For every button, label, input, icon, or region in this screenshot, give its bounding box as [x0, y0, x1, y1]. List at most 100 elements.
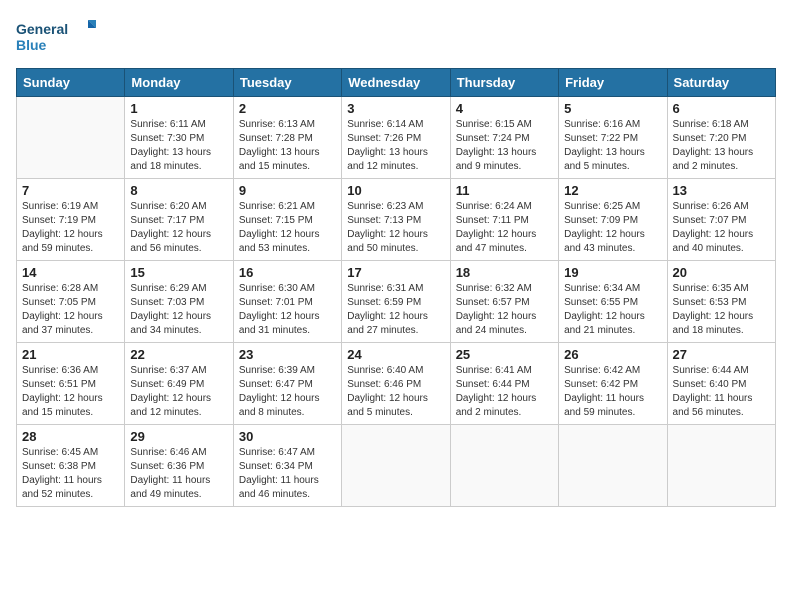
calendar-cell: 14 Sunrise: 6:28 AMSunset: 7:05 PMDayligh…: [17, 261, 125, 343]
column-header-wednesday: Wednesday: [342, 69, 450, 97]
calendar-week-row: 7 Sunrise: 6:19 AMSunset: 7:19 PMDaylight…: [17, 179, 776, 261]
calendar-cell: 21 Sunrise: 6:36 AMSunset: 6:51 PMDayligh…: [17, 343, 125, 425]
day-info: Sunrise: 6:26 AMSunset: 7:07 PMDaylight:…: [673, 200, 770, 256]
column-header-sunday: Sunday: [17, 69, 125, 97]
day-number: 7: [22, 183, 119, 198]
day-info: Sunrise: 6:13 AMSunset: 7:28 PMDaylight:…: [239, 118, 336, 174]
day-info: Sunrise: 6:19 AMSunset: 7:19 PMDaylight:…: [22, 200, 119, 256]
day-info: Sunrise: 6:45 AMSunset: 6:38 PMDaylight:…: [22, 446, 119, 502]
day-info: Sunrise: 6:11 AMSunset: 7:30 PMDaylight:…: [130, 118, 227, 174]
calendar-cell: 3 Sunrise: 6:14 AMSunset: 7:26 PMDaylight…: [342, 97, 450, 179]
day-info: Sunrise: 6:42 AMSunset: 6:42 PMDaylight:…: [564, 364, 661, 420]
day-info: Sunrise: 6:34 AMSunset: 6:55 PMDaylight:…: [564, 282, 661, 338]
day-info: Sunrise: 6:30 AMSunset: 7:01 PMDaylight:…: [239, 282, 336, 338]
day-number: 11: [456, 183, 553, 198]
calendar-cell: 2 Sunrise: 6:13 AMSunset: 7:28 PMDaylight…: [233, 97, 341, 179]
day-info: Sunrise: 6:41 AMSunset: 6:44 PMDaylight:…: [456, 364, 553, 420]
day-number: 8: [130, 183, 227, 198]
calendar-cell: 19 Sunrise: 6:34 AMSunset: 6:55 PMDayligh…: [559, 261, 667, 343]
day-number: 27: [673, 347, 770, 362]
calendar-cell: 15 Sunrise: 6:29 AMSunset: 7:03 PMDayligh…: [125, 261, 233, 343]
calendar-cell: [17, 97, 125, 179]
day-info: Sunrise: 6:25 AMSunset: 7:09 PMDaylight:…: [564, 200, 661, 256]
calendar-cell: 11Sunrise: 6:24 AMSunset: 7:11 PMDayligh…: [450, 179, 558, 261]
day-info: Sunrise: 6:46 AMSunset: 6:36 PMDaylight:…: [130, 446, 227, 502]
column-header-friday: Friday: [559, 69, 667, 97]
day-info: Sunrise: 6:40 AMSunset: 6:46 PMDaylight:…: [347, 364, 444, 420]
day-number: 3: [347, 101, 444, 116]
day-number: 1: [130, 101, 227, 116]
day-number: 9: [239, 183, 336, 198]
day-number: 10: [347, 183, 444, 198]
day-number: 26: [564, 347, 661, 362]
day-number: 5: [564, 101, 661, 116]
calendar-cell: 27 Sunrise: 6:44 AMSunset: 6:40 PMDayligh…: [667, 343, 775, 425]
day-info: Sunrise: 6:36 AMSunset: 6:51 PMDaylight:…: [22, 364, 119, 420]
day-number: 12: [564, 183, 661, 198]
day-info: Sunrise: 6:29 AMSunset: 7:03 PMDaylight:…: [130, 282, 227, 338]
calendar-cell: 29 Sunrise: 6:46 AMSunset: 6:36 PMDayligh…: [125, 425, 233, 507]
calendar-cell: 25Sunrise: 6:41 AMSunset: 6:44 PMDayligh…: [450, 343, 558, 425]
day-info: Sunrise: 6:28 AMSunset: 7:05 PMDaylight:…: [22, 282, 119, 338]
day-info: Sunrise: 6:47 AMSunset: 6:34 PMDaylight:…: [239, 446, 336, 502]
logo-svg: General Blue: [16, 16, 96, 56]
day-number: 15: [130, 265, 227, 280]
calendar-cell: 10Sunrise: 6:23 AMSunset: 7:13 PMDayligh…: [342, 179, 450, 261]
day-info: Sunrise: 6:16 AMSunset: 7:22 PMDaylight:…: [564, 118, 661, 174]
calendar-cell: 26 Sunrise: 6:42 AMSunset: 6:42 PMDayligh…: [559, 343, 667, 425]
day-number: 16: [239, 265, 336, 280]
column-header-thursday: Thursday: [450, 69, 558, 97]
day-info: Sunrise: 6:20 AMSunset: 7:17 PMDaylight:…: [130, 200, 227, 256]
day-number: 28: [22, 429, 119, 444]
calendar-cell: [450, 425, 558, 507]
column-header-saturday: Saturday: [667, 69, 775, 97]
calendar-cell: 13 Sunrise: 6:26 AMSunset: 7:07 PMDayligh…: [667, 179, 775, 261]
column-header-monday: Monday: [125, 69, 233, 97]
day-number: 30: [239, 429, 336, 444]
day-info: Sunrise: 6:32 AMSunset: 6:57 PMDaylight:…: [456, 282, 553, 338]
calendar-cell: 30 Sunrise: 6:47 AMSunset: 6:34 PMDayligh…: [233, 425, 341, 507]
day-number: 6: [673, 101, 770, 116]
calendar-cell: 16 Sunrise: 6:30 AMSunset: 7:01 PMDayligh…: [233, 261, 341, 343]
day-number: 29: [130, 429, 227, 444]
calendar-cell: [667, 425, 775, 507]
day-number: 4: [456, 101, 553, 116]
calendar-cell: 7 Sunrise: 6:19 AMSunset: 7:19 PMDaylight…: [17, 179, 125, 261]
calendar-cell: 23 Sunrise: 6:39 AMSunset: 6:47 PMDayligh…: [233, 343, 341, 425]
calendar-cell: 20Sunrise: 6:35 AMSunset: 6:53 PMDayligh…: [667, 261, 775, 343]
day-info: Sunrise: 6:18 AMSunset: 7:20 PMDaylight:…: [673, 118, 770, 174]
calendar-week-row: 1 Sunrise: 6:11 AMSunset: 7:30 PMDaylight…: [17, 97, 776, 179]
day-info: Sunrise: 6:37 AMSunset: 6:49 PMDaylight:…: [130, 364, 227, 420]
day-number: 13: [673, 183, 770, 198]
day-info: Sunrise: 6:44 AMSunset: 6:40 PMDaylight:…: [673, 364, 770, 420]
logo: General Blue: [16, 16, 96, 56]
calendar-cell: 24 Sunrise: 6:40 AMSunset: 6:46 PMDayligh…: [342, 343, 450, 425]
day-number: 19: [564, 265, 661, 280]
calendar-table: SundayMondayTuesdayWednesdayThursdayFrid…: [16, 68, 776, 507]
calendar-week-row: 14 Sunrise: 6:28 AMSunset: 7:05 PMDayligh…: [17, 261, 776, 343]
day-info: Sunrise: 6:15 AMSunset: 7:24 PMDaylight:…: [456, 118, 553, 174]
day-number: 14: [22, 265, 119, 280]
calendar-cell: [559, 425, 667, 507]
day-number: 2: [239, 101, 336, 116]
day-number: 17: [347, 265, 444, 280]
calendar-cell: 18 Sunrise: 6:32 AMSunset: 6:57 PMDayligh…: [450, 261, 558, 343]
day-number: 21: [22, 347, 119, 362]
day-info: Sunrise: 6:35 AMSunset: 6:53 PMDaylight:…: [673, 282, 770, 338]
svg-text:General: General: [16, 21, 68, 37]
column-header-tuesday: Tuesday: [233, 69, 341, 97]
calendar-cell: 1 Sunrise: 6:11 AMSunset: 7:30 PMDaylight…: [125, 97, 233, 179]
calendar-cell: 4 Sunrise: 6:15 AMSunset: 7:24 PMDaylight…: [450, 97, 558, 179]
day-number: 23: [239, 347, 336, 362]
calendar-cell: 8 Sunrise: 6:20 AMSunset: 7:17 PMDaylight…: [125, 179, 233, 261]
calendar-cell: 5 Sunrise: 6:16 AMSunset: 7:22 PMDaylight…: [559, 97, 667, 179]
calendar-cell: 9Sunrise: 6:21 AMSunset: 7:15 PMDaylight…: [233, 179, 341, 261]
day-info: Sunrise: 6:14 AMSunset: 7:26 PMDaylight:…: [347, 118, 444, 174]
day-number: 18: [456, 265, 553, 280]
day-info: Sunrise: 6:39 AMSunset: 6:47 PMDaylight:…: [239, 364, 336, 420]
calendar-cell: [342, 425, 450, 507]
calendar-cell: 12 Sunrise: 6:25 AMSunset: 7:09 PMDayligh…: [559, 179, 667, 261]
calendar-cell: 6 Sunrise: 6:18 AMSunset: 7:20 PMDaylight…: [667, 97, 775, 179]
day-number: 24: [347, 347, 444, 362]
page-header: General Blue: [16, 16, 776, 56]
